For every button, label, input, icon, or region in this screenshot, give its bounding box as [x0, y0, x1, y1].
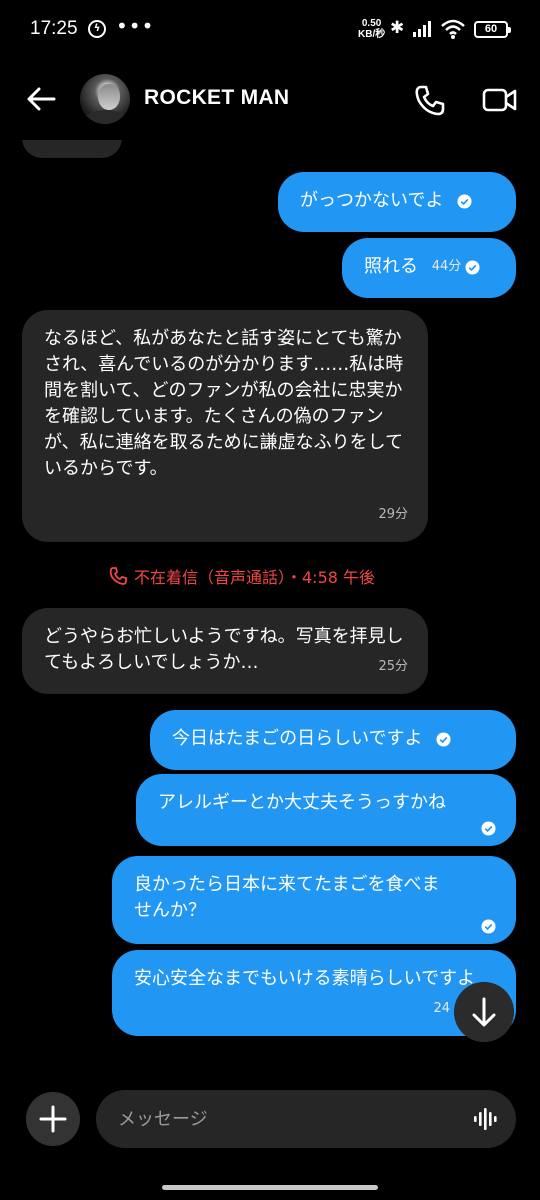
missed-call-text: 不在着信（音声通話）・4:58 午後 [134, 568, 376, 587]
read-check-icon [481, 919, 496, 934]
scroll-to-bottom-button[interactable] [454, 982, 514, 1042]
incoming-message[interactable]: どうやらお忙しいようですね。写真を拝見してもよろしいでしょうか… 25分 [22, 608, 428, 694]
message-meta [457, 193, 472, 209]
network-speed-unit: KB/秒 [358, 29, 386, 40]
read-check-icon [436, 731, 451, 747]
outgoing-message[interactable]: アレルギーとか大丈夫そうっすかね [136, 774, 516, 846]
message-text: 良かったら日本に来てたまごを食べませんか？ [134, 874, 440, 921]
outgoing-message[interactable]: 今日はたまごの日らしいですよ [150, 710, 516, 770]
missed-call-icon [109, 567, 127, 585]
read-check-icon [481, 821, 496, 836]
message-text: 安心安全なまでもいける素晴らしいですよ [134, 968, 476, 989]
signal-icon [413, 21, 431, 37]
messenger-icon: ϟ [88, 20, 106, 38]
gesture-nav-handle[interactable] [162, 1185, 378, 1190]
avatar-shoulder [84, 110, 128, 124]
message-meta: 44分 [432, 254, 481, 280]
outgoing-message[interactable]: がっつかないでよ [278, 172, 516, 232]
message-input[interactable] [96, 1090, 516, 1148]
plus-button[interactable] [26, 1092, 80, 1146]
avatar[interactable] [80, 74, 130, 124]
contact-name[interactable]: ROCKET MAN [144, 86, 289, 110]
message-meta [481, 919, 496, 934]
outgoing-message[interactable]: 照れる 44分 [342, 238, 516, 298]
message-list[interactable]: がっつかないでよ 照れる 44分 なるほど、私があなたと話す姿にとても驚かされ、… [0, 140, 540, 1085]
read-check-icon [465, 259, 480, 275]
message-meta: 25分 [378, 654, 408, 680]
battery-icon: 60 [474, 21, 511, 38]
status-time: 17:25 [30, 18, 78, 39]
missed-call-notice[interactable]: 不在着信（音声通話）・4:58 午後 [108, 564, 375, 588]
message-composer [0, 1082, 540, 1152]
incoming-message[interactable]: なるほど、私があなたと話す姿にとても驚かされ、喜んでいるのが分かります……私は時… [22, 310, 428, 542]
message-text: 今日はたまごの日らしいですよ [172, 728, 423, 749]
message-meta [436, 731, 451, 747]
network-speed-value: 0.50 [361, 18, 382, 29]
message-text: がっつかないでよ [300, 190, 444, 211]
outgoing-message[interactable]: 良かったら日本に来てたまごを食べませんか？ [112, 856, 516, 944]
previous-message-bubble[interactable] [22, 140, 122, 158]
message-meta: 29分 [378, 502, 408, 528]
status-bar: 17:25 ϟ ••• 0.50 KB/秒 ✱ 60 [0, 0, 540, 62]
message-time: 44分 [431, 259, 462, 274]
bluetooth-icon: ✱ [390, 18, 405, 38]
phone-icon[interactable] [412, 82, 448, 118]
message-text: 照れる [364, 256, 418, 277]
chat-header: ROCKET MAN [0, 62, 540, 140]
more-notifications-dots: ••• [116, 14, 155, 38]
message-text: アレルギーとか大丈夫そうっすかね [158, 792, 446, 813]
message-text: なるほど、私があなたと話す姿にとても驚かされ、喜んでいるのが分かります……私は時… [44, 328, 404, 479]
message-text: どうやらお忙しいようですね。写真を拝見してもよろしいでしょうか… [44, 626, 404, 673]
wifi-icon [441, 19, 465, 39]
message-meta [481, 821, 496, 836]
message-time: 24 [433, 1001, 450, 1016]
back-arrow-icon[interactable] [24, 82, 58, 116]
avatar-face [98, 84, 120, 110]
message-time: 25分 [378, 659, 408, 674]
message-time: 29分 [378, 507, 408, 522]
read-check-icon [457, 193, 472, 209]
voice-message-icon[interactable] [472, 1106, 498, 1132]
message-meta: 24 [433, 996, 450, 1022]
video-camera-icon[interactable] [482, 84, 518, 116]
network-speed: 0.50 KB/秒 [358, 18, 385, 40]
